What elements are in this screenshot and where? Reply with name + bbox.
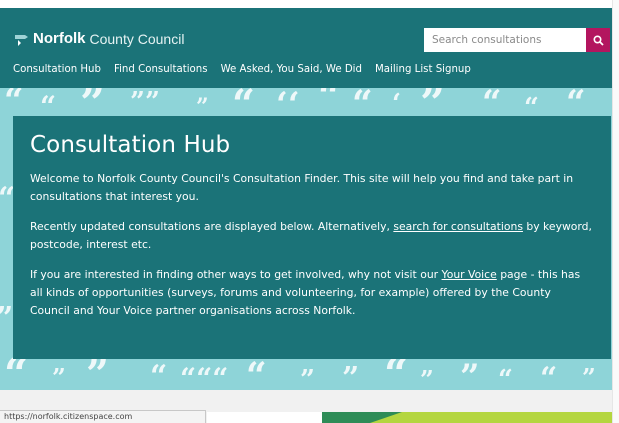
- search-input[interactable]: [424, 28, 586, 52]
- main-nav: Consultation Hub Find Consultations We A…: [0, 64, 471, 75]
- norfolk-logo-icon: [14, 31, 30, 47]
- site-header: Norfolk County Council Consultation Hub …: [0, 8, 612, 88]
- svg-text:”: ”: [300, 365, 315, 390]
- scrollbar[interactable]: [612, 0, 619, 423]
- svg-text:””: ””: [130, 88, 160, 117]
- site-logo[interactable]: Norfolk County Council: [14, 30, 184, 47]
- nav-find-consultations[interactable]: Find Consultations: [114, 64, 208, 75]
- hero-content-box: Consultation Hub Welcome to Norfolk Coun…: [13, 116, 611, 359]
- search-paragraph-text-1: Recently updated consultations are displ…: [30, 220, 394, 233]
- logo-text-bold: Norfolk: [33, 30, 86, 47]
- your-voice-paragraph: If you are interested in finding other w…: [30, 266, 594, 320]
- consultation-card-image[interactable]: [322, 412, 612, 423]
- svg-text:“: “: [150, 359, 167, 390]
- page-title: Consultation Hub: [30, 132, 231, 158]
- svg-text:“: “: [498, 365, 513, 390]
- svg-text:”: ”: [342, 361, 359, 390]
- browser-status-url: https://norfolk.citizenspace.com: [0, 410, 206, 423]
- hero-banner: “ “ ” ”” ” “ ‘‘ “ “ ‘ ” “ “ “ “ ” ” “ ““…: [0, 88, 612, 390]
- svg-text:“: “: [540, 361, 557, 390]
- svg-text:”: ”: [460, 357, 480, 390]
- svg-text:”: ”: [420, 365, 434, 390]
- svg-text:”: ”: [52, 363, 66, 390]
- nav-mailing-list-signup[interactable]: Mailing List Signup: [375, 64, 471, 75]
- your-voice-link[interactable]: Your Voice: [442, 268, 497, 281]
- intro-paragraph: Welcome to Norfolk County Council's Cons…: [30, 172, 574, 203]
- search-button[interactable]: [586, 28, 610, 52]
- search-paragraph: Recently updated consultations are displ…: [30, 218, 594, 254]
- svg-text:“: “: [246, 355, 267, 390]
- svg-text:‘: ‘: [392, 89, 401, 119]
- consultation-card[interactable]: [207, 412, 322, 423]
- search-form: [424, 28, 610, 52]
- svg-text:“““: “““: [180, 362, 228, 390]
- search-for-consultations-link[interactable]: search for consultations: [393, 220, 523, 233]
- top-strip: [0, 0, 619, 8]
- nav-consultation-hub[interactable]: Consultation Hub: [13, 64, 101, 75]
- svg-text:”: ”: [0, 301, 13, 336]
- search-icon: [592, 34, 604, 46]
- card-image-stripe: [322, 412, 402, 423]
- svg-text:”: ”: [582, 363, 596, 390]
- your-voice-paragraph-text-1: If you are interested in finding other w…: [30, 268, 442, 281]
- nav-we-asked-you-said[interactable]: We Asked, You Said, We Did: [221, 64, 362, 75]
- logo-text-rest: County Council: [89, 30, 185, 47]
